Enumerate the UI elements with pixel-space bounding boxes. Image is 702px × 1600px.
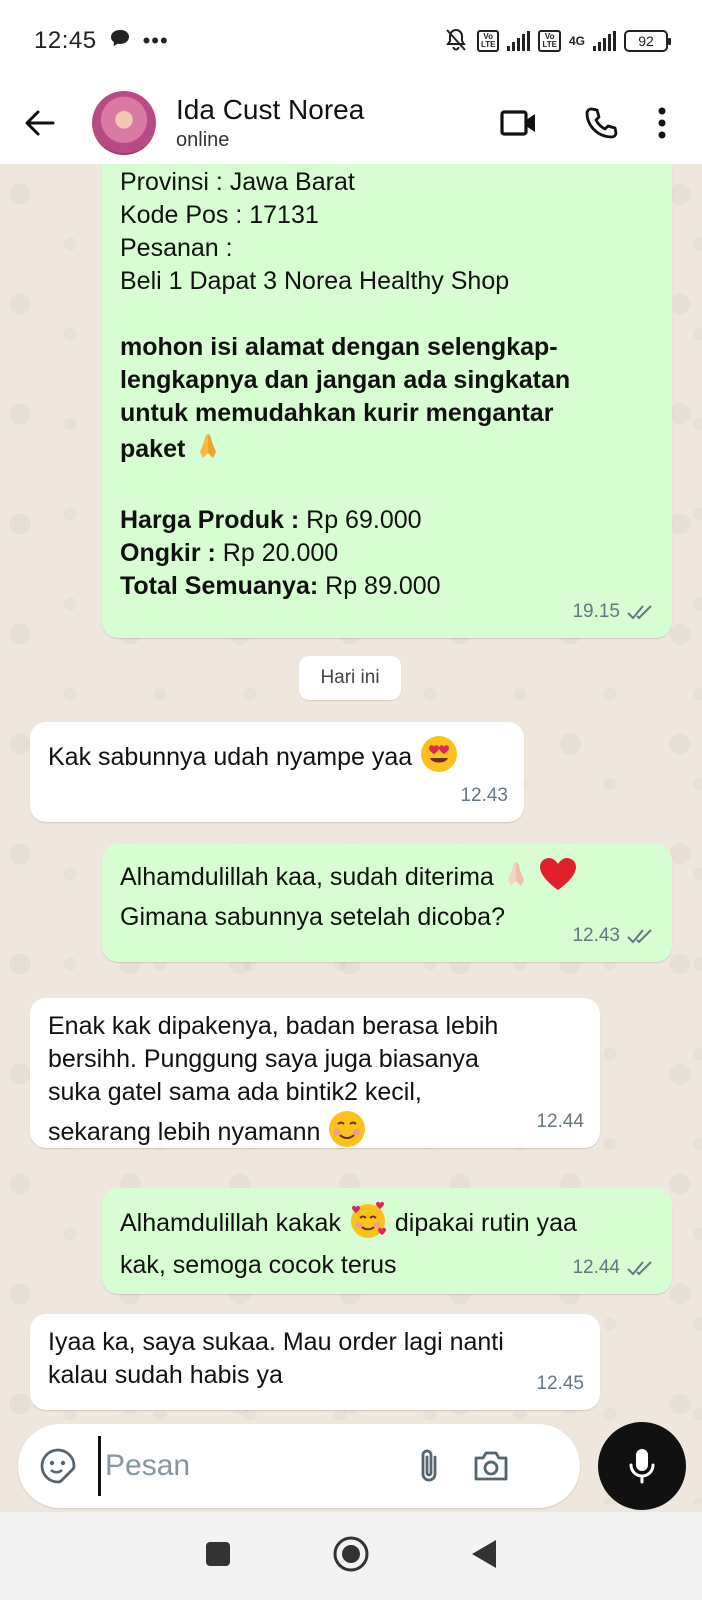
home-button[interactable] <box>332 1535 370 1578</box>
camera-icon <box>474 1451 508 1481</box>
message-text: Alhamdulillah kaa, sudah diterima <box>120 863 494 892</box>
message-line: Kode Pos : 17131 <box>120 201 319 229</box>
message-outgoing[interactable]: Provinsi : Jawa Barat Kode Pos : 17131 P… <box>102 164 672 638</box>
smiling-face-with-hearts-emoji-icon <box>348 1200 388 1249</box>
double-check-icon <box>627 928 652 943</box>
square-icon <box>206 1541 230 1566</box>
shipping-row: Ongkir : Rp 20.000 <box>120 537 654 570</box>
shipping-value: Rp 20.000 <box>222 539 339 567</box>
triangle-back-icon <box>472 1539 496 1568</box>
message-meta: 12.43 <box>572 919 656 952</box>
kebab-menu-icon <box>658 107 666 139</box>
phone-icon <box>585 107 618 139</box>
double-check-icon <box>627 604 652 619</box>
recent-apps-button[interactable] <box>204 1540 232 1573</box>
arrow-left-icon <box>25 110 55 136</box>
microphone-icon <box>629 1449 655 1484</box>
message-line: sekarang lebih nyamann <box>48 1109 582 1158</box>
status-bar: 12:45 ••• Vo LTE Vo LTE 4G 92 <box>0 0 702 82</box>
chat-bubble-notification-icon <box>109 27 131 55</box>
message-input[interactable] <box>98 1436 398 1496</box>
message-time: 12.44 <box>536 1111 584 1132</box>
message-outgoing[interactable]: Alhamdulillah kaa, sudah diterima Gimana… <box>102 844 672 962</box>
video-camera-icon <box>500 110 535 136</box>
message-time: 12.45 <box>536 1373 584 1394</box>
message-text: Kak sabunnya udah nyampe yaa <box>48 743 413 772</box>
message-incoming[interactable]: Enak kak dipakenya, badan berasa lebih b… <box>30 998 600 1148</box>
network-type: 4G <box>568 34 585 48</box>
contact-status: online <box>176 129 230 151</box>
total-value: Rp 89.000 <box>325 572 441 600</box>
price-row: Harga Produk : Rp 69.000 <box>120 504 654 537</box>
battery-level: 92 <box>638 33 654 49</box>
message-line: Provinsi : Jawa Barat <box>120 168 355 196</box>
shipping-label: Ongkir : <box>120 539 216 567</box>
message-line: Alhamdulillah kakak dipakai rutin yaa <box>120 1200 654 1249</box>
mute-bell-icon <box>443 27 469 56</box>
avatar[interactable] <box>92 91 156 155</box>
message-line: Alhamdulillah kaa, sudah diterima <box>120 856 654 901</box>
message-line: Beli 1 Dapat 3 Norea Healthy Shop <box>120 267 510 295</box>
contact-name: Ida Cust Norea <box>176 94 365 125</box>
contact-info[interactable]: Ida Cust Norea online <box>176 93 364 153</box>
day-divider: Hari ini <box>299 656 401 700</box>
message-time: 12.43 <box>460 785 508 806</box>
volte-icon-2: Vo LTE <box>538 30 561 52</box>
message-line: Pesanan : <box>120 234 233 262</box>
message-time: 12.43 <box>572 925 620 946</box>
paperclip-icon <box>421 1449 437 1482</box>
message-meta: 12.44 <box>536 1105 584 1138</box>
price-value: Rp 69.000 <box>306 506 422 534</box>
total-label: Total Semuanya: <box>120 572 319 600</box>
red-heart-emoji-icon <box>538 856 578 901</box>
message-incoming[interactable]: Iyaa ka, saya sukaa. Mau order lagi nant… <box>30 1314 600 1410</box>
folded-hands-emoji-icon <box>192 430 224 471</box>
message-incoming[interactable]: Kak sabunnya udah nyampe yaa 12.43 <box>30 722 524 822</box>
message-meta: 12.43 <box>460 779 508 812</box>
signal-strength-icon-2 <box>593 31 616 51</box>
more-options-button[interactable] <box>642 82 682 164</box>
volte-icon: Vo LTE <box>476 30 500 52</box>
message-line: Enak kak dipakenya, badan berasa lebih <box>48 1012 499 1040</box>
video-call-button[interactable] <box>478 82 560 164</box>
bold-note-text: mohon isi alamat dengan selengkap-lengka… <box>120 333 571 464</box>
battery-icon: 92 <box>624 30 671 52</box>
message-text: Alhamdulillah kakak <box>120 1209 341 1238</box>
message-line: suka gatel sama ada bintik2 kecil, <box>48 1078 422 1106</box>
circle-home-icon <box>333 1536 369 1571</box>
price-label: Harga Produk : <box>120 506 300 534</box>
message-line: kalau sudah habis ya <box>48 1361 283 1389</box>
sticker-button[interactable] <box>18 1424 98 1508</box>
voice-call-button[interactable] <box>560 82 642 164</box>
message-composer <box>18 1424 580 1508</box>
status-time: 12:45 <box>34 27 97 54</box>
message-meta: 12.45 <box>536 1367 584 1400</box>
message-line: Iyaa ka, saya sukaa. Mau order lagi nant… <box>48 1328 504 1356</box>
chat-header: Ida Cust Norea online <box>0 82 702 164</box>
message-outgoing[interactable]: Alhamdulillah kakak dipakai rutin yaa ka… <box>102 1188 672 1294</box>
heart-eyes-emoji-icon <box>419 734 459 783</box>
message-meta: 12.44 <box>572 1251 656 1284</box>
message-text: sekarang lebih nyamann <box>48 1118 321 1147</box>
double-check-icon <box>627 1260 652 1275</box>
message-time: 12.44 <box>572 1257 620 1278</box>
message-time: 19.15 <box>572 601 620 622</box>
system-navigation-bar <box>0 1512 702 1600</box>
message-line: bersihh. Punggung saya juga biasanya <box>48 1045 479 1073</box>
attach-button[interactable] <box>398 1424 460 1508</box>
back-nav-button[interactable] <box>470 1538 498 1575</box>
message-text: dipakai rutin yaa <box>394 1209 577 1238</box>
chat-area[interactable]: Provinsi : Jawa Barat Kode Pos : 17131 P… <box>0 164 702 1504</box>
message-bold-note: mohon isi alamat dengan selengkap-lengka… <box>120 331 620 471</box>
voice-message-button[interactable] <box>598 1422 686 1510</box>
smiling-face-emoji-icon <box>327 1109 367 1158</box>
folded-hands-emoji-icon <box>501 858 531 899</box>
sticker-icon <box>40 1448 76 1484</box>
message-meta: 19.15 <box>572 595 656 628</box>
signal-strength-icon <box>507 31 531 51</box>
back-button[interactable] <box>0 82 80 164</box>
camera-button[interactable] <box>460 1424 522 1508</box>
more-notifications-icon: ••• <box>142 28 169 53</box>
